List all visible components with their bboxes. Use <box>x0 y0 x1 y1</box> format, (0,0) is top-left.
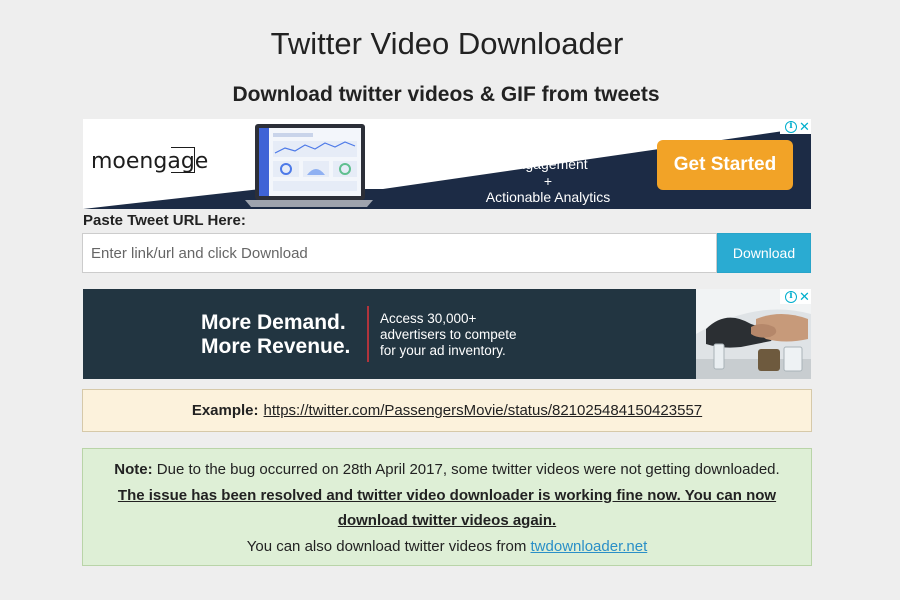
ad-separator <box>367 306 369 362</box>
ad-get-started-button[interactable]: Get Started <box>657 140 793 190</box>
ad-copy: Personalization + Engagement + Actionabl… <box>458 123 638 206</box>
page-subtitle: Download twitter videos & GIF from tweet… <box>232 83 660 106</box>
laptop-dashboard-icon <box>245 124 373 207</box>
example-url-link[interactable]: https://twitter.com/PassengersMovie/stat… <box>264 402 703 419</box>
example-box: Example: https://twitter.com/PassengersM… <box>82 389 812 432</box>
info-icon[interactable]: i <box>785 120 797 133</box>
download-button[interactable]: Download <box>717 233 811 273</box>
ad-copy-line: Actionable Analytics <box>485 189 611 205</box>
ad-banner-top[interactable]: moengage Personalization + Engagement + … <box>83 119 811 209</box>
twdownloader-link[interactable]: twdownloader.net <box>531 538 648 555</box>
ad-copy: Access 30,000+ advertisers to compete fo… <box>380 311 517 359</box>
url-label: Paste Tweet URL Here: <box>83 212 246 229</box>
ad-copy-line: Access 30,000+ <box>380 311 477 326</box>
ad-brand-logo-frame <box>171 147 195 173</box>
ad-choices[interactable]: i ✕ <box>780 289 811 304</box>
page-title: Twitter Video Downloader <box>270 26 624 61</box>
note-box: Note: Due to the bug occurred on 28th Ap… <box>82 448 812 566</box>
tweet-url-input[interactable] <box>82 233 717 273</box>
ad-copy-line: Personalization <box>500 123 596 139</box>
example-label: Example: <box>191 402 259 419</box>
close-icon[interactable]: ✕ <box>799 120 810 133</box>
ad-copy-line: advertisers to compete <box>380 327 517 342</box>
info-icon[interactable]: i <box>785 290 797 303</box>
alternative-line: You can also download twitter videos fro… <box>83 534 811 560</box>
note-label: Note: <box>114 461 153 478</box>
ad-banner-middle[interactable]: More Demand. More Revenue. Access 30,000… <box>83 289 811 379</box>
ad-headline-line: More Revenue. <box>201 335 351 358</box>
ad-headline: More Demand. More Revenue. <box>201 311 350 359</box>
close-icon[interactable]: ✕ <box>799 290 810 303</box>
resolved-message: The issue has been resolved and twitter … <box>117 486 777 530</box>
note-text-line: Note: Due to the bug occurred on 28th Ap… <box>83 457 811 483</box>
alternative-text: You can also download twitter videos fro… <box>246 537 527 555</box>
ad-choices[interactable]: i ✕ <box>780 119 811 134</box>
ad-copy-line: + <box>543 172 553 189</box>
ad-copy-line: + <box>543 139 553 156</box>
ad-headline-line: More Demand. <box>201 311 346 334</box>
ad-copy-line: Engagement <box>508 156 588 172</box>
note-text: Due to the bug occurred on 28th April 20… <box>156 461 780 478</box>
page: Twitter Video Downloader Download twitte… <box>0 0 900 600</box>
ad-copy-line: for your ad inventory. <box>380 343 506 358</box>
